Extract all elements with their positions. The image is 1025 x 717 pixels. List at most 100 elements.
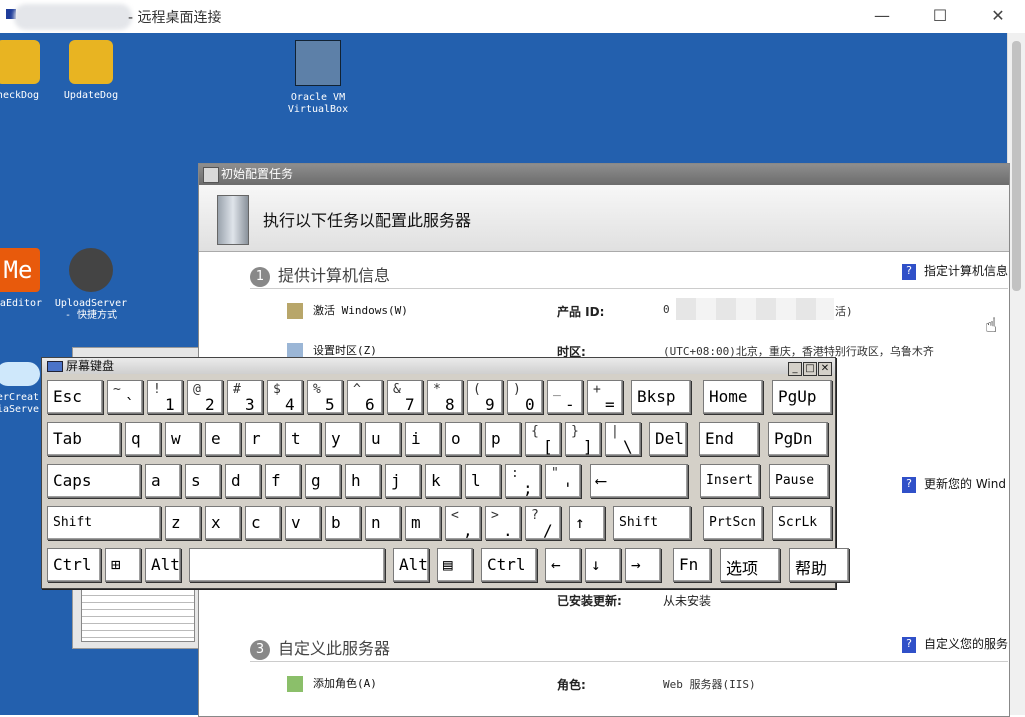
key-tilde[interactable]: ~ ` — [107, 380, 143, 414]
key-d[interactable]: d — [225, 464, 261, 498]
key-pause[interactable]: Pause — [769, 464, 829, 498]
key-semicolon[interactable]: :; — [505, 464, 541, 498]
key-label: k — [431, 471, 441, 490]
key-backspace[interactable]: Bksp — [631, 380, 691, 414]
desktop-icon-checkdog[interactable]: heckDog — [0, 40, 58, 102]
key-l[interactable]: l — [465, 464, 501, 498]
specify-computer-info-link[interactable]: ? 指定计算机信息 — [902, 262, 1008, 280]
key-options[interactable]: 选项 — [720, 548, 780, 582]
key-print-screen[interactable]: PrtScn — [703, 506, 763, 540]
update-windows-link[interactable]: ? 更新您的 Wind — [902, 475, 1006, 493]
key-quote[interactable]: " ' — [545, 464, 581, 498]
key-k[interactable]: k — [425, 464, 461, 498]
key-label: x — [211, 513, 221, 532]
key-8[interactable]: * 8 — [427, 380, 463, 414]
key-5[interactable]: % 5 — [307, 380, 343, 414]
key-up-arrow[interactable]: ↑ — [569, 506, 605, 540]
key-menu[interactable]: ▤ — [437, 548, 473, 582]
key-6[interactable]: ^ 6 — [347, 380, 383, 414]
key-f[interactable]: f — [265, 464, 301, 498]
key-3[interactable]: #3 — [227, 380, 263, 414]
key-slash[interactable]: ? / — [525, 506, 561, 540]
key-4[interactable]: $4 — [267, 380, 303, 414]
key-g[interactable]: g — [305, 464, 341, 498]
key-label: b — [331, 513, 341, 532]
key-u[interactable]: u — [365, 422, 401, 456]
add-roles-link[interactable]: 添加角色(A) — [287, 675, 377, 692]
key-left-shift[interactable]: Shift — [47, 506, 161, 540]
key-w[interactable]: w — [165, 422, 201, 456]
key-scroll-lock[interactable]: ScrLk — [772, 506, 832, 540]
key-insert[interactable]: Insert — [700, 464, 760, 498]
key-enter[interactable]: ⟵ — [590, 464, 688, 498]
minimize-button[interactable]: — — [867, 6, 897, 25]
osk-close-button[interactable]: ✕ — [818, 362, 832, 376]
key-9[interactable]: (9 — [467, 380, 503, 414]
key-p[interactable]: p — [485, 422, 521, 456]
osk-minimize-button[interactable]: _ — [788, 362, 802, 376]
key-0[interactable]: ) 0 — [507, 380, 543, 414]
key-j[interactable]: j — [385, 464, 421, 498]
key-comma[interactable]: <, — [445, 506, 481, 540]
key-label: 2 — [205, 395, 215, 414]
key-down-arrow[interactable]: ↓ — [585, 548, 621, 582]
close-button[interactable]: ✕ — [983, 6, 1013, 25]
key-c[interactable]: c — [245, 506, 281, 540]
key-e[interactable]: e — [205, 422, 241, 456]
key-right-ctrl[interactable]: Ctrl — [481, 548, 537, 582]
key-fn[interactable]: Fn — [673, 548, 711, 582]
key-i[interactable]: i — [405, 422, 441, 456]
osk-maximize-button[interactable]: □ — [803, 362, 817, 376]
key-caps-lock[interactable]: Caps — [47, 464, 141, 498]
desktop-icon-uploadserver[interactable]: UploadServer - 快捷方式 — [51, 248, 131, 322]
key-b[interactable]: b — [325, 506, 361, 540]
key-pagedown[interactable]: PgDn — [768, 422, 828, 456]
key-n[interactable]: n — [365, 506, 401, 540]
desktop-icon-virtualbox[interactable]: Oracle VM VirtualBox — [278, 40, 358, 116]
key-left-arrow[interactable]: ← — [545, 548, 581, 582]
key-h[interactable]: h — [345, 464, 381, 498]
key-lbracket[interactable]: {[ — [525, 422, 561, 456]
key-a[interactable]: a — [145, 464, 181, 498]
key-o[interactable]: o — [445, 422, 481, 456]
key-delete[interactable]: Del — [649, 422, 687, 456]
key-r[interactable]: r — [245, 422, 281, 456]
key-esc[interactable]: Esc — [47, 380, 103, 414]
key-t[interactable]: t — [285, 422, 321, 456]
key-v[interactable]: v — [285, 506, 321, 540]
key-end[interactable]: End — [699, 422, 759, 456]
desktop-icon-updatedog[interactable]: UpdateDog — [51, 40, 131, 102]
key-minus[interactable]: _ - — [547, 380, 583, 414]
key-s[interactable]: s — [185, 464, 221, 498]
key-tab[interactable]: Tab — [47, 422, 121, 456]
key-backslash[interactable]: | \ — [605, 422, 641, 456]
key-y[interactable]: y — [325, 422, 361, 456]
maximize-button[interactable]: ☐ — [925, 6, 955, 25]
key-home[interactable]: Home — [703, 380, 763, 414]
scrollbar-thumb[interactable] — [1012, 41, 1021, 291]
key-right-shift[interactable]: Shift — [613, 506, 691, 540]
key-7[interactable]: & 7 — [387, 380, 423, 414]
key-z[interactable]: z — [165, 506, 201, 540]
key-x[interactable]: x — [205, 506, 241, 540]
key-space[interactable] — [189, 548, 385, 582]
key-rbracket[interactable]: }] — [565, 422, 601, 456]
key-q[interactable]: q — [125, 422, 161, 456]
key-windows[interactable]: ⊞ — [105, 548, 141, 582]
key-help[interactable]: 帮助 — [789, 548, 849, 582]
section-1-title: 1 提供计算机信息 — [250, 262, 390, 287]
key-right-arrow[interactable]: → — [625, 548, 661, 582]
activate-windows-link[interactable]: 激活 Windows(W) — [287, 302, 408, 319]
customize-server-link[interactable]: ? 自定义您的服务 — [902, 635, 1008, 653]
key-left-ctrl[interactable]: Ctrl — [47, 548, 101, 582]
key-period[interactable]: >. — [485, 506, 521, 540]
key-1[interactable]: ! 1 — [147, 380, 183, 414]
key-pageup[interactable]: PgUp — [772, 380, 832, 414]
key-equals[interactable]: + = — [587, 380, 623, 414]
desktop-icon-mediaeditor[interactable]: Me iaEditor — [0, 248, 58, 310]
key-2[interactable]: @2 — [187, 380, 223, 414]
key-right-alt[interactable]: Alt — [393, 548, 429, 582]
key-m[interactable]: m — [405, 506, 441, 540]
key-shift-label: ^ — [353, 382, 361, 397]
key-left-alt[interactable]: Alt — [145, 548, 181, 582]
